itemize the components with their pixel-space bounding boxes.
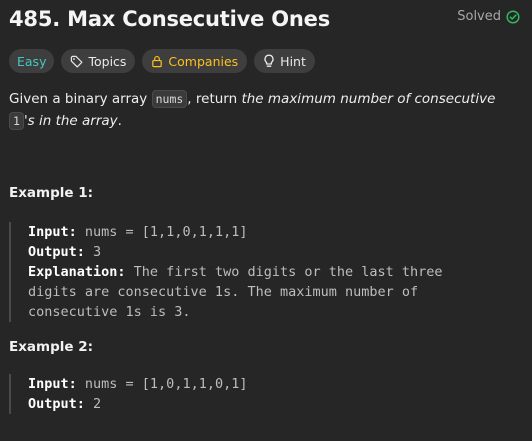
problem-title: 485. Max Consecutive Ones <box>9 7 331 31</box>
tag-bar: Easy Topics Companies Hint <box>9 49 315 73</box>
topics-label: Topics <box>88 53 127 69</box>
example-1-title: Example 1: <box>9 185 94 201</box>
example-2-title: Example 2: <box>9 339 94 355</box>
solved-label: Solved <box>457 9 501 24</box>
example-2-block: Input: nums = [1,0,1,1,0,1] Output: 2 <box>9 374 489 414</box>
hint-label: Hint <box>280 53 306 69</box>
topics-tag[interactable]: Topics <box>61 49 136 73</box>
problem-header: 485. Max Consecutive Ones Solved <box>9 4 520 34</box>
tag-icon <box>71 55 83 67</box>
lightbulb-icon <box>264 54 274 67</box>
companies-tag[interactable]: Companies <box>142 49 248 73</box>
solved-status: Solved <box>457 9 520 24</box>
inline-code: nums <box>151 90 188 108</box>
difficulty-label: Easy <box>17 53 47 69</box>
hint-tag[interactable]: Hint <box>254 49 315 73</box>
problem-description: Given a binary array nums, return the ma… <box>9 90 496 130</box>
inline-code: 1 <box>9 112 24 130</box>
example-1-block: Input: nums = [1,1,0,1,1,1] Output: 3 Ex… <box>9 222 489 322</box>
companies-label: Companies <box>168 53 239 69</box>
difficulty-tag[interactable]: Easy <box>9 49 55 73</box>
lock-icon <box>152 55 163 67</box>
check-circle-icon <box>506 9 520 24</box>
